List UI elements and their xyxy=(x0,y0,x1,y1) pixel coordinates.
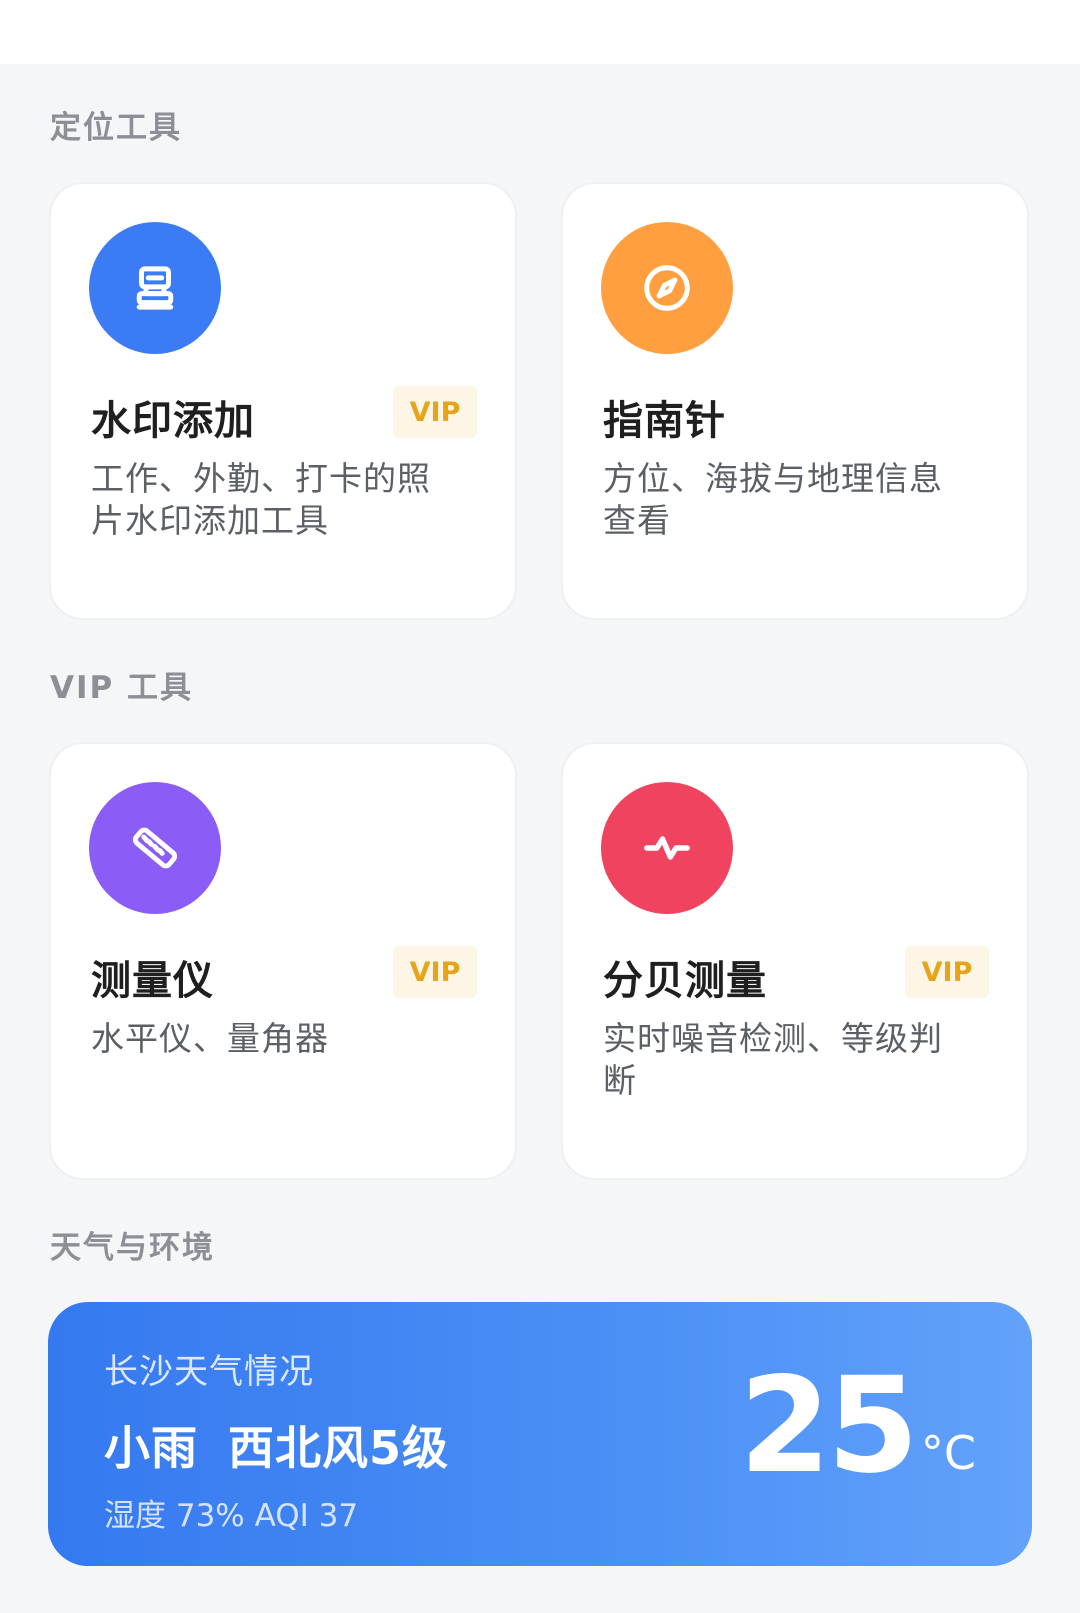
tool-card-decibel[interactable]: 分贝测量 VIP 实时噪音检测、等级判断 xyxy=(561,742,1029,1180)
section-title-weather: 天气与环境 xyxy=(50,1230,215,1266)
weather-humidity-aqi: 湿度 73% AQI 37 xyxy=(104,1498,359,1534)
weather-condition: 小雨 西北风5级 xyxy=(104,1412,449,1478)
ruler-icon xyxy=(89,782,221,914)
vip-badge: VIP xyxy=(905,946,989,998)
weather-card[interactable]: 长沙天气情况 小雨 西北风5级 湿度 73% AQI 37 25 °C xyxy=(48,1302,1032,1566)
card-description: 方位、海拔与地理信息查看 xyxy=(603,459,943,540)
temperature-unit: °C xyxy=(920,1426,976,1480)
temperature-value: 25 xyxy=(739,1349,919,1503)
card-description: 实时噪音检测、等级判断 xyxy=(603,1019,943,1100)
tool-card-watermark[interactable]: 水印添加 VIP 工作、外勤、打卡的照片水印添加工具 xyxy=(49,182,517,620)
section-title-location: 定位工具 xyxy=(50,110,182,146)
weather-wind-text: 西北风5级 xyxy=(228,1421,450,1475)
card-description: 工作、外勤、打卡的照片水印添加工具 xyxy=(91,459,431,540)
tool-card-measure[interactable]: 测量仪 VIP 水平仪、量角器 xyxy=(49,742,517,1180)
compass-icon xyxy=(601,222,733,354)
card-title: 指南针 xyxy=(603,398,726,444)
card-title: 分贝测量 xyxy=(603,958,767,1004)
section-title-vip: VIP 工具 xyxy=(50,670,194,706)
weather-condition-text: 小雨 xyxy=(104,1421,198,1475)
vip-badge: VIP xyxy=(393,946,477,998)
card-description: 水平仪、量角器 xyxy=(91,1019,329,1058)
vip-badge: VIP xyxy=(393,386,477,438)
stamp-icon xyxy=(89,222,221,354)
top-bar xyxy=(0,0,1080,64)
card-title: 水印添加 xyxy=(91,398,255,444)
pulse-icon xyxy=(601,782,733,914)
temperature-display: 25 °C xyxy=(739,1349,976,1503)
weather-city-label: 长沙天气情况 xyxy=(104,1352,314,1392)
tool-card-compass[interactable]: 指南针 方位、海拔与地理信息查看 xyxy=(561,182,1029,620)
card-title: 测量仪 xyxy=(91,958,214,1004)
